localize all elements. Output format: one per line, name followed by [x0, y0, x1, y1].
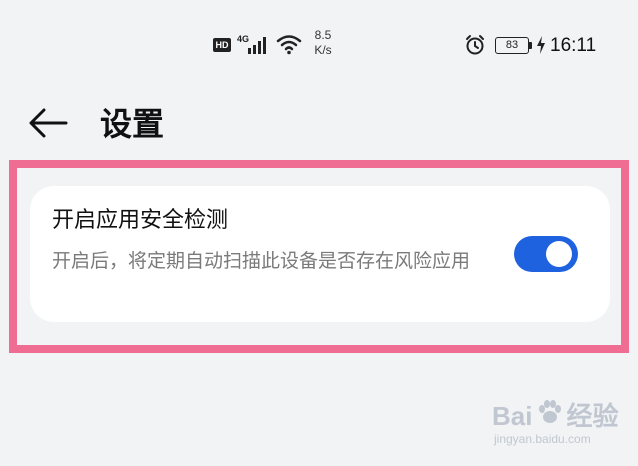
speed-unit: K/s	[314, 43, 332, 57]
watermark-logo-text: Bai	[492, 401, 533, 431]
setting-description: 开启后，将定期自动扫描此设备是否存在风险应用	[52, 250, 471, 272]
alarm-icon	[466, 35, 484, 55]
hd-badge: HD	[213, 38, 231, 52]
clock-time: 16:11	[550, 35, 597, 56]
signal-icon	[248, 37, 266, 54]
status-bar: HD 4G 8.5 K/s 83 16:11	[0, 0, 638, 90]
network-speed: 8.5 K/s	[308, 28, 338, 58]
paw-icon	[539, 400, 561, 423]
setting-title: 开启应用安全检测	[52, 208, 229, 233]
arrow-left-icon[interactable]	[26, 104, 70, 142]
battery-indicator: 83	[495, 37, 529, 54]
toggle-knob	[546, 241, 572, 267]
page-title: 设置	[100, 105, 165, 143]
speed-value: 8.5	[314, 28, 332, 42]
setting-card: 开启应用安全检测 开启后，将定期自动扫描此设备是否存在风险应用	[30, 186, 610, 322]
watermark-logo-suffix: 经验	[566, 401, 619, 431]
battery-tip	[529, 42, 532, 49]
security-check-toggle[interactable]	[514, 236, 578, 272]
wifi-icon	[276, 35, 302, 55]
watermark-url: jingyan.baidu.com	[494, 432, 591, 446]
baidu-watermark: Bai 经验 jingyan.baidu.com	[492, 396, 632, 458]
charging-icon	[537, 36, 545, 54]
